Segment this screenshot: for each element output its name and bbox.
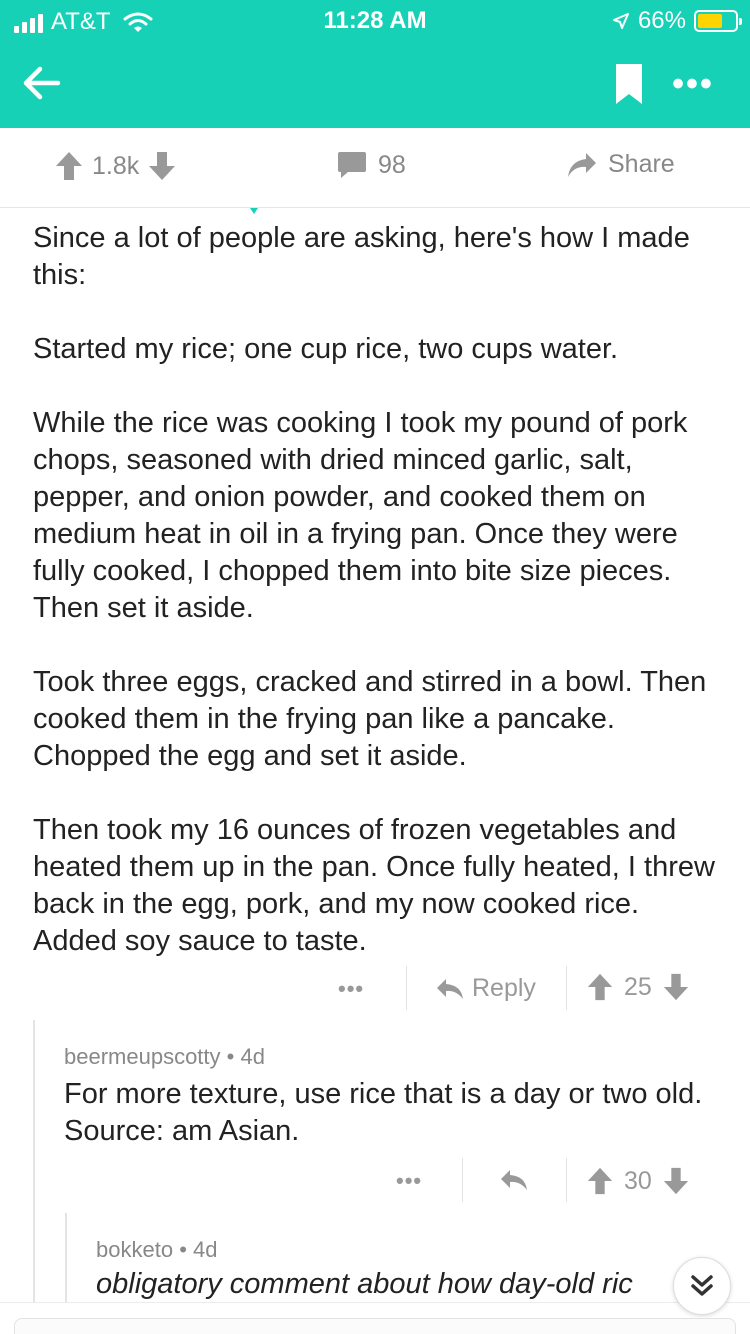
comment-paragraph: Since a lot of people are asking, here's… [33, 222, 690, 291]
comment-actions: ••• 30 [0, 1154, 750, 1210]
next-comment-button[interactable] [673, 1257, 731, 1315]
comment-age: 4d [240, 1044, 265, 1069]
share-button[interactable]: Share [566, 150, 675, 179]
battery-percent: 66% [637, 7, 686, 34]
save-post-button[interactable] [612, 62, 646, 106]
divider [566, 1158, 567, 1202]
comment-paragraph: Then took my 16 ounces of frozen vegetab… [33, 814, 715, 957]
comment-actions: ••• Reply 25 [0, 962, 750, 1018]
downvote-arrow-icon[interactable] [662, 972, 690, 1002]
status-bar: AT&T 11:28 AM 66% [0, 0, 750, 40]
comment-meta: bokketo • 4d [96, 1237, 218, 1263]
comment-age: 4d [193, 1237, 218, 1262]
upvote-arrow-icon[interactable] [586, 972, 614, 1002]
reply-label: Reply [472, 974, 536, 1002]
comment-body: For more texture, use rice that is a day… [64, 1078, 703, 1147]
meta-separator: • [226, 1044, 241, 1069]
comment-score: 25 [624, 972, 652, 1001]
post-score: 1.8k [92, 151, 140, 180]
comments-count: 98 [378, 150, 406, 179]
comment-vote-group: 30 [586, 1166, 690, 1196]
comment-paragraph: Took three eggs, cracked and stirred in … [33, 666, 707, 772]
comment-more-button[interactable]: ••• [338, 976, 364, 1002]
comment-body: Since a lot of people are asking, here's… [33, 220, 723, 997]
divider [462, 1158, 463, 1202]
back-button[interactable] [18, 58, 68, 108]
upvote-arrow-icon[interactable] [586, 1166, 614, 1196]
comments-count-button[interactable]: 98 [336, 150, 406, 180]
post-actions-bar: 1.8k 98 Share [0, 128, 750, 208]
comment-body: obligatory comment about how day-old ric [96, 1268, 633, 1300]
comment-paragraph: Started my rice; one cup rice, two cups … [33, 333, 619, 365]
app-header: AT&T 11:28 AM 66% ••• [0, 0, 750, 128]
comment-vote-group: 25 [586, 972, 690, 1002]
upvote-arrow-icon[interactable] [54, 150, 84, 182]
thread-indent-line [65, 1213, 67, 1302]
comment-author[interactable]: bokketo [96, 1237, 173, 1262]
comment-input-field[interactable] [14, 1318, 736, 1334]
battery-level-fill [698, 14, 722, 28]
divider [566, 966, 567, 1010]
divider [0, 1302, 750, 1303]
reply-button[interactable]: Reply [436, 974, 536, 1003]
collapsed-indicator-icon [250, 208, 258, 214]
back-arrow-icon [23, 66, 61, 100]
comment-score: 30 [624, 1166, 652, 1195]
more-dots-icon: ••• [672, 65, 714, 103]
app-bar: ••• [0, 40, 750, 128]
bookmark-icon [616, 64, 642, 104]
location-arrow-icon [612, 13, 629, 29]
comment-bubble-icon [338, 152, 366, 178]
comment-meta: beermeupscotty • 4d [64, 1044, 265, 1070]
more-options-button[interactable]: ••• [668, 64, 718, 104]
status-right: 66% [612, 7, 742, 35]
comment-paragraph: While the rice was cooking I took my pou… [33, 407, 688, 624]
battery-icon [694, 10, 742, 32]
comment-more-button[interactable]: ••• [396, 1168, 422, 1194]
reply-button[interactable] [500, 1168, 528, 1192]
reply-arrow-icon [437, 978, 463, 999]
comment-author[interactable]: beermeupscotty [64, 1044, 221, 1069]
double-chevron-down-icon [691, 1275, 713, 1296]
downvote-arrow-icon[interactable] [662, 1166, 690, 1196]
share-arrow-icon [568, 152, 596, 177]
divider [406, 966, 407, 1010]
downvote-arrow-icon[interactable] [147, 150, 177, 182]
post-vote-group: 1.8k [54, 150, 177, 182]
share-label: Share [608, 150, 675, 178]
reply-arrow-icon [501, 1170, 527, 1190]
meta-separator: • [179, 1237, 194, 1262]
